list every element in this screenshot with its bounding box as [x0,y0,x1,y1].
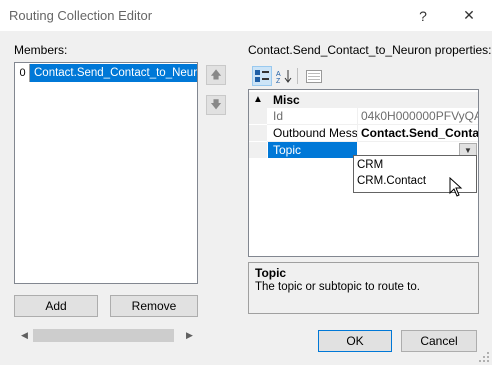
property-row-outbound-message[interactable]: Outbound Messa Contact.Send_Contact_to_N… [249,125,478,141]
scrollbar-thumb[interactable] [33,329,174,342]
horizontal-scrollbar[interactable]: ◀ ▶ [16,327,198,344]
svg-text:Z: Z [276,78,281,83]
window-title: Routing Collection Editor [9,8,153,23]
toolbar-divider [297,68,298,84]
list-item-index: 0 [16,64,30,82]
property-pages-icon [306,69,322,83]
move-down-button[interactable]: 🡇 [206,95,226,115]
scroll-right-icon[interactable]: ▶ [181,327,198,344]
list-item-label[interactable]: Contact.Send_Contact_to_Neuron [30,64,197,82]
column-divider [357,108,358,124]
column-divider [357,125,358,141]
svg-text:A: A [276,71,281,78]
list-item[interactable]: 0 Contact.Send_Contact_to_Neuron [16,64,198,82]
members-label: Members: [14,43,68,57]
dropdown-option[interactable]: CRM [357,157,383,173]
grid-gutter [249,142,267,158]
members-list[interactable]: 0 Contact.Send_Contact_to_Neuron ◀ ▶ [14,62,198,344]
move-up-button[interactable]: 🡅 [206,65,226,85]
title-bar: Routing Collection Editor ? ✕ [0,0,492,31]
cancel-button[interactable]: Cancel [401,330,477,352]
property-value[interactable]: Contact.Send_Contact_to_Neuron [359,125,478,141]
description-pane: Topic The topic or subtopic to route to. [248,262,479,314]
help-icon: ? [419,7,427,24]
alphabetical-button[interactable]: A Z [274,66,294,86]
property-value: 04k0H000000PFVyQAO [361,109,478,123]
close-button[interactable]: ✕ [446,0,492,31]
add-button-label: Add [45,299,67,313]
scroll-left-icon[interactable]: ◀ [16,327,33,344]
ok-button-label: OK [346,334,364,348]
remove-button-label: Remove [131,299,177,313]
dropdown-option[interactable]: CRM.Contact [357,173,426,189]
chevron-down-icon: ▼ [464,145,472,155]
cancel-button-label: Cancel [420,334,458,348]
category-row[interactable]: ▲ Misc [249,92,478,108]
ok-button[interactable]: OK [318,330,392,352]
categorized-icon [255,70,269,82]
arrow-down-icon: 🡇 [210,98,222,111]
help-button[interactable]: ? [400,0,446,31]
alphabetical-sort-icon: A Z [276,70,292,83]
property-pages-button[interactable] [304,66,324,86]
grid-gutter [249,108,267,124]
add-button[interactable]: Add [14,295,98,317]
property-name: Topic [273,143,302,157]
collapse-icon[interactable]: ▲ [253,92,263,108]
description-title: Topic [255,266,287,280]
properties-label: Contact.Send_Contact_to_Neuron propertie… [248,43,492,57]
arrow-up-icon: 🡅 [210,68,222,81]
property-name: Outbound Messa [273,126,357,140]
categorized-button[interactable] [252,66,272,86]
mouse-cursor-icon [449,177,463,197]
property-row-id[interactable]: Id 04k0H000000PFVyQAO [249,108,478,124]
close-icon: ✕ [463,7,475,23]
property-name: Id [273,109,284,123]
description-text: The topic or subtopic to route to. [255,281,420,293]
resize-grip-icon[interactable] [478,351,490,363]
category-label: Misc [273,93,300,107]
grid-gutter [249,125,267,141]
remove-button[interactable]: Remove [110,295,198,317]
